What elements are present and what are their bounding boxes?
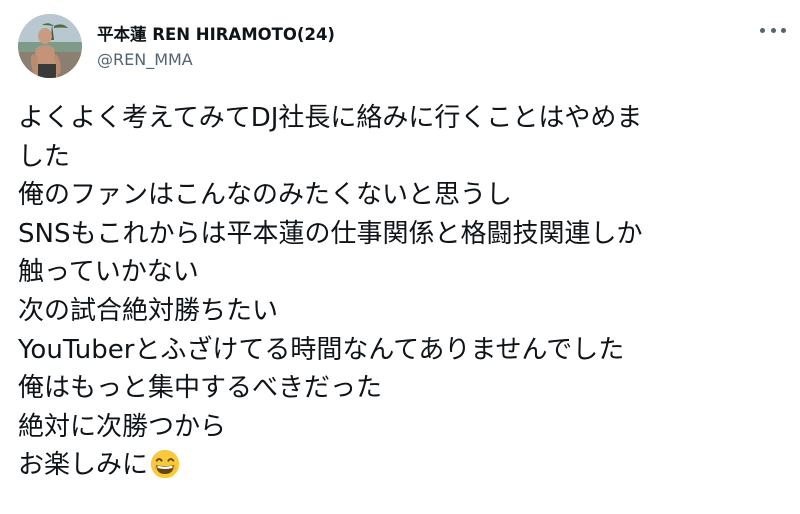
tweet-line: 触っていかない — [18, 257, 199, 288]
tweet-line: YouTuberとふざけてる時間なんてありませんでした — [18, 334, 625, 365]
tweet-line: した — [18, 141, 71, 172]
tweet-line-text: お楽しみに — [18, 450, 149, 481]
tweet-line-last: お楽しみに — [18, 446, 788, 485]
tweet-line: よくよく考えてみてDJ社長に絡みに行くことはやめま — [18, 103, 643, 133]
user-handle[interactable]: @REN_MMA — [97, 50, 193, 69]
tweet-line: 次の試合絶対勝ちたい — [18, 295, 279, 326]
more-icon[interactable] — [760, 20, 786, 40]
tweet-line: 絶対に次勝つから — [18, 411, 227, 442]
timestamp-clipped — [18, 506, 138, 514]
tweet-text: よくよく考えてみてDJ社長に絡みに行くことはやめま した 俺のファンはこんなのみ… — [18, 99, 788, 485]
dot — [770, 27, 776, 33]
grinning-face-with-smiling-eyes-icon — [150, 450, 180, 479]
dot — [781, 27, 786, 33]
tweet-line: 俺のファンはこんなのみたくないと思うし — [18, 180, 513, 211]
avatar[interactable] — [18, 14, 82, 78]
tweet-line: SNSもこれからは平本蓮の仕事関係と格闘技関連しか — [18, 218, 643, 249]
tweet-card: 平本蓮 REN HIRAMOTO(24) @REN_MMA よくよく考えてみてD… — [0, 0, 800, 514]
display-name[interactable]: 平本蓮 REN HIRAMOTO(24) — [97, 21, 335, 45]
tweet-line: 俺はもっと集中するべきだった — [18, 373, 383, 404]
dot — [760, 27, 765, 33]
avatar-photo — [18, 14, 82, 78]
